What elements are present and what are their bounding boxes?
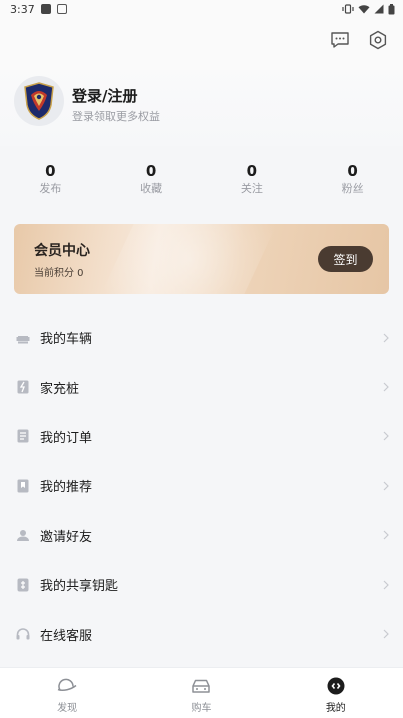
discover-icon: [57, 678, 77, 692]
menu-item-label: 我的推荐: [40, 480, 93, 496]
tab-discover[interactable]: 发现: [0, 668, 134, 718]
login-register-link[interactable]: 登录/注册: [72, 85, 137, 106]
menu-item-customer-service[interactable]: 在线客服: [0, 609, 403, 658]
tab-me[interactable]: 我的: [269, 668, 403, 718]
top-bar: [0, 18, 403, 62]
menu-item-my-recommendations[interactable]: 我的推荐: [0, 461, 403, 510]
menu-item-label: 在线客服: [40, 628, 93, 644]
menu-item-invite-friends[interactable]: 邀请好友: [0, 511, 403, 560]
chevron-right-icon: [383, 481, 389, 491]
chevron-right-icon: [383, 580, 389, 590]
sign-in-button[interactable]: 签到: [318, 246, 373, 272]
login-subtitle: 登录领取更多权益: [72, 110, 160, 123]
brand-logo-icon: [24, 82, 54, 120]
menu-item-my-vehicles[interactable]: 我的车辆: [0, 313, 403, 362]
vibrate-icon: [342, 4, 354, 14]
stat-label: 收藏: [140, 182, 163, 195]
message-icon: [331, 32, 349, 48]
stat-label: 关注: [240, 182, 263, 195]
menu-list: 我的车辆 家充桩 我的订单 我的推荐 邀请好友 我的共享钥匙 在线客服: [0, 313, 403, 659]
notification-icon: [40, 4, 51, 14]
menu-item-home-charger[interactable]: 家充桩: [0, 362, 403, 411]
menu-item-label: 我的车辆: [40, 332, 93, 348]
stat-favorites[interactable]: 0 收藏: [101, 160, 202, 204]
key-icon: [16, 578, 30, 592]
member-center-title: 会员中心: [34, 243, 90, 259]
car-icon: [192, 679, 211, 693]
tab-label: 我的: [325, 703, 346, 714]
me-icon: [327, 677, 345, 695]
stat-value: 0: [347, 162, 358, 180]
stat-value: 0: [45, 162, 56, 180]
settings-icon: [369, 30, 387, 50]
menu-item-label: 邀请好友: [40, 529, 93, 545]
settings-button[interactable]: [366, 28, 390, 52]
signal-icon: [374, 4, 384, 14]
profile-section[interactable]: 登录/注册 登录领取更多权益: [0, 62, 403, 146]
stat-followers[interactable]: 0 粉丝: [302, 160, 403, 204]
stat-label: 发布: [39, 182, 62, 195]
wifi-icon: [358, 5, 370, 14]
stat-following[interactable]: 0 关注: [202, 160, 303, 204]
stat-posts[interactable]: 0 发布: [0, 160, 101, 204]
stat-label: 粉丝: [341, 182, 364, 195]
tab-buy-car[interactable]: 购车: [134, 668, 268, 718]
charger-icon: [16, 380, 30, 394]
menu-item-shared-keys[interactable]: 我的共享钥匙: [0, 560, 403, 609]
tab-label: 发现: [57, 703, 78, 714]
stat-value: 0: [145, 162, 157, 180]
stats-row: 0 发布 0 收藏 0 关注 0 粉丝: [0, 160, 403, 204]
car-seat-icon: [16, 331, 30, 345]
member-center-card[interactable]: 会员中心 当前积分 0 签到: [14, 224, 389, 294]
bookmark-icon: [16, 479, 30, 493]
app-notification-icon: [56, 4, 67, 14]
status-time: 3:37: [10, 2, 35, 16]
menu-item-label: 家充桩: [40, 381, 80, 397]
menu-item-label: 我的订单: [40, 430, 93, 446]
chevron-right-icon: [383, 629, 389, 639]
stat-value: 0: [246, 162, 258, 180]
menu-item-label: 我的共享钥匙: [40, 579, 119, 595]
chevron-right-icon: [383, 382, 389, 392]
headset-icon: [16, 627, 30, 641]
menu-item-my-orders[interactable]: 我的订单: [0, 412, 403, 461]
status-bar: 3:37: [0, 0, 403, 18]
member-points: 当前积分 0: [34, 268, 84, 279]
user-icon: [16, 528, 30, 542]
chevron-right-icon: [383, 432, 389, 441]
battery-icon: [388, 3, 395, 14]
tab-label: 购车: [191, 703, 212, 714]
order-icon: [16, 429, 30, 443]
bottom-tab-bar: 发现 购车 我的: [0, 667, 403, 718]
chevron-right-icon: [383, 530, 389, 540]
chevron-right-icon: [383, 333, 389, 343]
avatar[interactable]: [14, 76, 64, 126]
message-button[interactable]: [328, 28, 352, 52]
